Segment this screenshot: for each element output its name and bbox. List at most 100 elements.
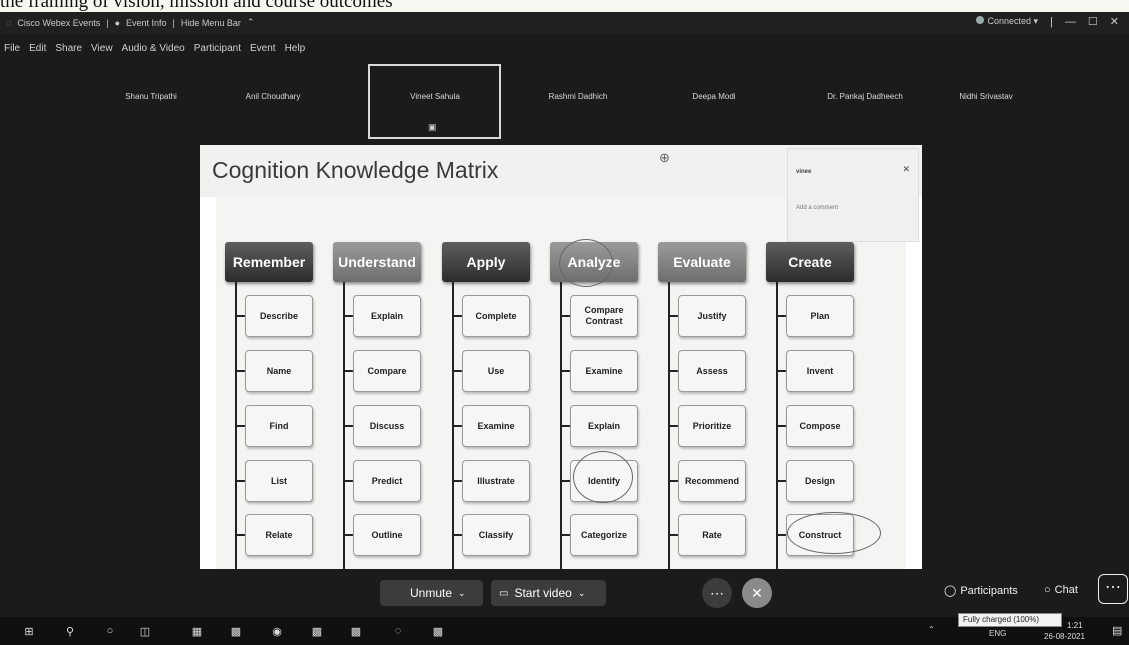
powerpoint-icon[interactable]: ▩ bbox=[349, 624, 363, 638]
webex-taskbar-icon[interactable]: ◌ bbox=[391, 624, 405, 638]
verb-box: Invent bbox=[786, 350, 854, 392]
annotation-circle bbox=[559, 239, 613, 287]
notifications-icon[interactable]: ▤ bbox=[1112, 624, 1122, 637]
verb-box: Design bbox=[786, 460, 854, 502]
menu-file[interactable]: File bbox=[4, 43, 20, 54]
menu-view[interactable]: View bbox=[91, 43, 113, 54]
chevron-up-icon: ⌃ bbox=[246, 17, 255, 27]
webex-logo-icon: ◌ bbox=[6, 17, 12, 28]
comment-author: vinee bbox=[796, 169, 812, 175]
verb-box: Outline bbox=[353, 514, 421, 556]
move-handle-icon[interactable]: ⊕ bbox=[659, 150, 670, 166]
more-dots-icon: ⋯ bbox=[710, 584, 724, 601]
verb-box: Examine bbox=[462, 405, 530, 447]
language-indicator[interactable]: ENG bbox=[989, 629, 1006, 638]
leave-meeting-button[interactable]: ✕ bbox=[742, 578, 772, 608]
connection-status[interactable]: Connected ▾ bbox=[976, 16, 1038, 27]
event-info-link[interactable]: Event Info bbox=[126, 18, 167, 28]
menu-bar: File Edit Share View Audio & Video Parti… bbox=[0, 40, 1129, 60]
participants-button[interactable]: ◯ Participants bbox=[944, 584, 1018, 598]
chat-label: Chat bbox=[1054, 584, 1078, 596]
start-video-label: Start video bbox=[514, 586, 572, 600]
verb-box: Describe bbox=[245, 295, 313, 337]
category-heading: Apply bbox=[442, 242, 530, 282]
close-comment-icon[interactable]: ✕ bbox=[902, 164, 910, 175]
connection-dot-icon bbox=[976, 16, 985, 24]
maximize-button[interactable]: ☐ bbox=[1088, 15, 1098, 28]
unmute-button[interactable]: Unmute ⌄ bbox=[380, 580, 483, 606]
verb-box: Rate bbox=[678, 514, 746, 556]
start-video-button[interactable]: ▭ Start video ⌄ bbox=[491, 580, 606, 606]
annotation-circle bbox=[573, 451, 633, 503]
participant-name[interactable]: Deepa Modi bbox=[692, 92, 735, 101]
participants-label: Participants bbox=[960, 584, 1018, 597]
category-heading: Understand bbox=[333, 242, 421, 282]
menu-participant[interactable]: Participant bbox=[194, 43, 241, 54]
share-icon: ▣ bbox=[428, 122, 437, 132]
participant-name[interactable]: Rashmi Dadhich bbox=[549, 92, 608, 101]
verb-box: Discuss bbox=[353, 405, 421, 447]
shared-slide: Cognition Knowledge Matrix ⊕ Remember Des… bbox=[200, 145, 922, 569]
participant-name[interactable]: Shanu Tripathi bbox=[125, 92, 177, 101]
chevron-down-icon: ⌄ bbox=[458, 587, 466, 598]
participant-strip: Shanu Tripathi Anil Choudhary Vineet Sah… bbox=[90, 92, 1050, 122]
menu-help[interactable]: Help bbox=[285, 43, 306, 54]
verb-box: Recommend bbox=[678, 460, 746, 502]
verb-box: Compare Contrast bbox=[570, 295, 638, 337]
verb-box: Prioritize bbox=[678, 405, 746, 447]
verb-box: Assess bbox=[678, 350, 746, 392]
verb-box: Use bbox=[462, 350, 530, 392]
hide-menu-bar-link[interactable]: Hide Menu Bar bbox=[181, 18, 241, 28]
clock-time[interactable]: 1:21 bbox=[1067, 621, 1083, 630]
photos-app-icon[interactable]: ▩ bbox=[229, 624, 243, 638]
verb-box: Predict bbox=[353, 460, 421, 502]
comment-panel: vinee ✕ Add a comment bbox=[787, 148, 919, 242]
app-title: Cisco Webex Events bbox=[17, 17, 101, 28]
verb-box: Complete bbox=[462, 295, 530, 337]
verb-box: Compose bbox=[786, 405, 854, 447]
chevron-up-icon[interactable]: ⌃ bbox=[928, 625, 935, 634]
meeting-controls: Unmute ⌄ ▭ Start video ⌄ ⋯ ✕ ◯ Participa… bbox=[0, 572, 1129, 612]
calculator-icon[interactable]: ▦ bbox=[190, 624, 204, 638]
video-camera-icon: ▭ bbox=[499, 587, 509, 599]
verb-box: Relate bbox=[245, 514, 313, 556]
more-options-button[interactable]: ⋯ bbox=[702, 578, 732, 608]
windows-start-icon[interactable]: ⊞ bbox=[22, 624, 36, 638]
annotation-circle bbox=[787, 512, 881, 554]
verb-box: List bbox=[245, 460, 313, 502]
add-comment-input[interactable]: Add a comment bbox=[796, 205, 838, 211]
app-taskbar-icon[interactable]: ▩ bbox=[431, 624, 445, 638]
menu-audio-video[interactable]: Audio & Video bbox=[122, 43, 185, 54]
verb-box: Name bbox=[245, 350, 313, 392]
document-strip: the framing of vision, mission and cours… bbox=[0, 0, 1129, 12]
participant-name[interactable]: Nidhi Srivastav bbox=[959, 92, 1012, 101]
cortana-icon[interactable]: ○ bbox=[103, 624, 117, 638]
participant-name[interactable]: Vineet Sahula bbox=[410, 92, 460, 101]
battery-tooltip: Fully charged (100%) bbox=[958, 613, 1062, 627]
document-strip-text: the framing of vision, mission and cours… bbox=[0, 0, 393, 12]
verb-box: Examine bbox=[570, 350, 638, 392]
title-bar: ◌ Cisco Webex Events | ● Event Info | Hi… bbox=[0, 12, 1129, 34]
overflow-button[interactable]: ⋯ bbox=[1098, 574, 1128, 604]
info-icon: ● bbox=[114, 17, 121, 28]
task-view-icon[interactable]: ◫ bbox=[138, 624, 152, 638]
participant-name[interactable]: Dr. Pankaj Dadheech bbox=[827, 92, 903, 101]
word-icon[interactable]: ▩ bbox=[310, 624, 324, 638]
chevron-down-icon: ⌄ bbox=[577, 587, 586, 598]
chat-button[interactable]: ○ Chat bbox=[1044, 584, 1078, 596]
search-icon[interactable]: ⚲ bbox=[63, 624, 77, 638]
connection-status-label: Connected bbox=[987, 16, 1032, 26]
menu-share[interactable]: Share bbox=[55, 43, 82, 54]
verb-box: Illustrate bbox=[462, 460, 530, 502]
menu-edit[interactable]: Edit bbox=[29, 43, 46, 54]
close-icon: ✕ bbox=[751, 584, 763, 601]
verb-box: Categorize bbox=[570, 514, 638, 556]
close-window-button[interactable]: ✕ bbox=[1110, 15, 1119, 28]
participant-name[interactable]: Anil Choudhary bbox=[246, 92, 301, 101]
clock-date[interactable]: 26-08-2021 bbox=[1044, 632, 1085, 641]
minimize-button[interactable]: — bbox=[1065, 16, 1076, 28]
verb-box: Justify bbox=[678, 295, 746, 337]
chrome-icon[interactable]: ◉ bbox=[270, 624, 284, 638]
menu-event[interactable]: Event bbox=[250, 43, 276, 54]
verb-box: Compare bbox=[353, 350, 421, 392]
